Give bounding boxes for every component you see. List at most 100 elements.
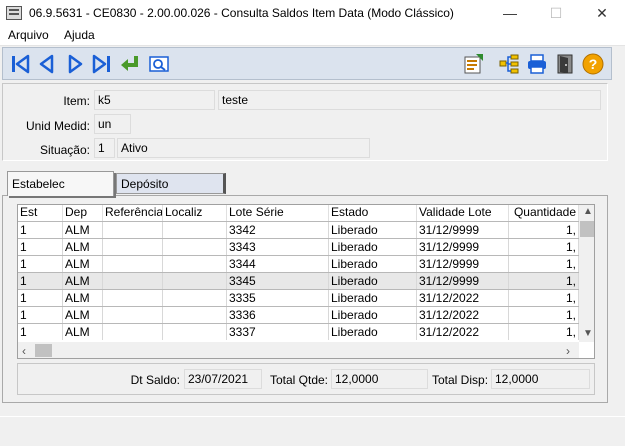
col-validade-header[interactable]: Validade Lote [417,205,509,221]
table-row[interactable]: 1 ALM 3337 Liberado 31/12/2022 1, [18,323,579,340]
total-qtde-label: Total Qtde: [269,373,328,387]
validade-cell: 31/12/9999 [417,256,509,272]
estado-cell: Liberado [329,273,417,289]
item-label: Item: [63,94,90,108]
last-record-icon[interactable] [91,53,113,75]
est-cell: 1 [18,256,63,272]
tab-deposito[interactable]: Depósito [116,173,226,194]
quantidade-cell: 1, [509,222,579,238]
table-row[interactable]: 1 ALM 3345 Liberado 31/12/9999 1, [18,272,579,289]
localiz-cell [163,273,227,289]
validade-cell: 31/12/9999 [417,239,509,255]
quantidade-cell: 1, [509,273,579,289]
table-row[interactable]: 1 ALM 3343 Liberado 31/12/9999 1, [18,238,579,255]
dt-saldo-field[interactable]: 23/07/2021 [184,369,262,389]
app-icon [6,6,22,20]
quantidade-cell: 1, [509,290,579,306]
estado-cell: Liberado [329,290,417,306]
quantidade-cell: 1, [509,307,579,323]
unit-field[interactable]: un [94,114,131,134]
est-cell: 1 [18,307,63,323]
horizontal-scrollbar[interactable]: ‹ › [18,342,579,358]
report-icon[interactable] [462,53,484,75]
previous-record-icon[interactable] [36,53,58,75]
horizontal-scroll-thumb[interactable] [35,344,52,357]
scroll-up-icon[interactable]: ▲ [583,206,593,217]
referencia-cell [103,273,163,289]
menu-arquivo[interactable]: Arquivo [8,28,49,42]
validade-cell: 31/12/9999 [417,273,509,289]
referencia-cell [103,324,163,340]
lote-serie-cell: 3336 [227,307,329,323]
total-qtde-field[interactable]: 12,0000 [331,369,428,389]
col-referencia-header[interactable]: Referência [103,205,163,221]
estado-cell: Liberado [329,222,417,238]
tree-icon[interactable] [498,53,520,75]
col-estado-header[interactable]: Estado [329,205,417,221]
localiz-cell [163,256,227,272]
unit-label: Unid Medid: [25,119,90,133]
tab-estabelec[interactable]: Estabelec [7,171,114,196]
status-code-field[interactable]: 1 [94,138,115,158]
est-cell: 1 [18,273,63,289]
col-lote-serie-header[interactable]: Lote Série [227,205,329,221]
scroll-right-icon[interactable]: › [566,344,570,358]
print-icon[interactable] [526,53,548,75]
menu-ajuda[interactable]: Ajuda [64,28,95,42]
est-cell: 1 [18,290,63,306]
total-disp-field[interactable]: 12,0000 [491,369,590,389]
return-icon[interactable] [119,53,141,75]
quantidade-cell: 1, [509,256,579,272]
vertical-scroll-thumb[interactable] [580,221,594,237]
referencia-cell [103,307,163,323]
est-cell: 1 [18,222,63,238]
dep-cell: ALM [63,256,103,272]
validade-cell: 31/12/2022 [417,307,509,323]
next-record-icon[interactable] [64,53,86,75]
scroll-down-icon[interactable]: ▼ [583,328,593,339]
lote-serie-cell: 3337 [227,324,329,340]
col-dep-header[interactable]: Dep [63,205,103,221]
col-est-header[interactable]: Est [18,205,63,221]
lote-serie-cell: 3335 [227,290,329,306]
dep-cell: ALM [63,222,103,238]
title-bar: 06.9.5631 - CE0830 - 2.00.00.026 - Consu… [0,0,625,27]
status-bar [0,416,625,446]
estado-cell: Liberado [329,324,417,340]
first-record-icon[interactable] [9,53,31,75]
item-code-field[interactable]: k5 [94,90,215,110]
item-description-field[interactable]: teste [218,90,601,110]
estado-cell: Liberado [329,256,417,272]
col-localiz-header[interactable]: Localiz [163,205,227,221]
window-title: 06.9.5631 - CE0830 - 2.00.00.026 - Consu… [29,6,454,20]
minimize-button[interactable]: — [487,0,533,27]
search-icon[interactable] [148,53,170,75]
localiz-cell [163,324,227,340]
referencia-cell [103,222,163,238]
maximize-button[interactable]: ☐ [533,0,579,27]
vertical-scrollbar[interactable]: ▲ ▼ [579,205,594,342]
exit-door-icon[interactable] [554,53,576,75]
menu-bar: Arquivo Ajuda [0,27,625,46]
stock-balance-grid[interactable]: Est Dep Referência Localiz Lote Série Estado V… [17,204,595,359]
table-row[interactable]: 1 ALM 3336 Liberado 31/12/2022 1, [18,306,579,323]
table-row[interactable]: 1 ALM 3342 Liberado 31/12/9999 1, [18,221,579,238]
table-row[interactable]: 1 ALM 3335 Liberado 31/12/2022 1, [18,289,579,306]
svg-text:?: ? [589,56,598,72]
status-description-field[interactable]: Ativo [117,138,370,158]
help-icon[interactable]: ? [582,53,604,75]
estado-cell: Liberado [329,307,417,323]
dep-cell: ALM [63,290,103,306]
est-cell: 1 [18,324,63,340]
col-quantidade-header[interactable]: Quantidade [509,205,579,221]
localiz-cell [163,222,227,238]
referencia-cell [103,256,163,272]
scroll-left-icon[interactable]: ‹ [22,344,26,358]
quantidade-cell: 1, [509,239,579,255]
table-row[interactable]: 1 ALM 3344 Liberado 31/12/9999 1, [18,255,579,272]
localiz-cell [163,290,227,306]
status-label: Situação: [39,143,90,157]
lote-serie-cell: 3343 [227,239,329,255]
quantidade-cell: 1, [509,324,579,340]
close-button[interactable]: ✕ [579,0,625,27]
